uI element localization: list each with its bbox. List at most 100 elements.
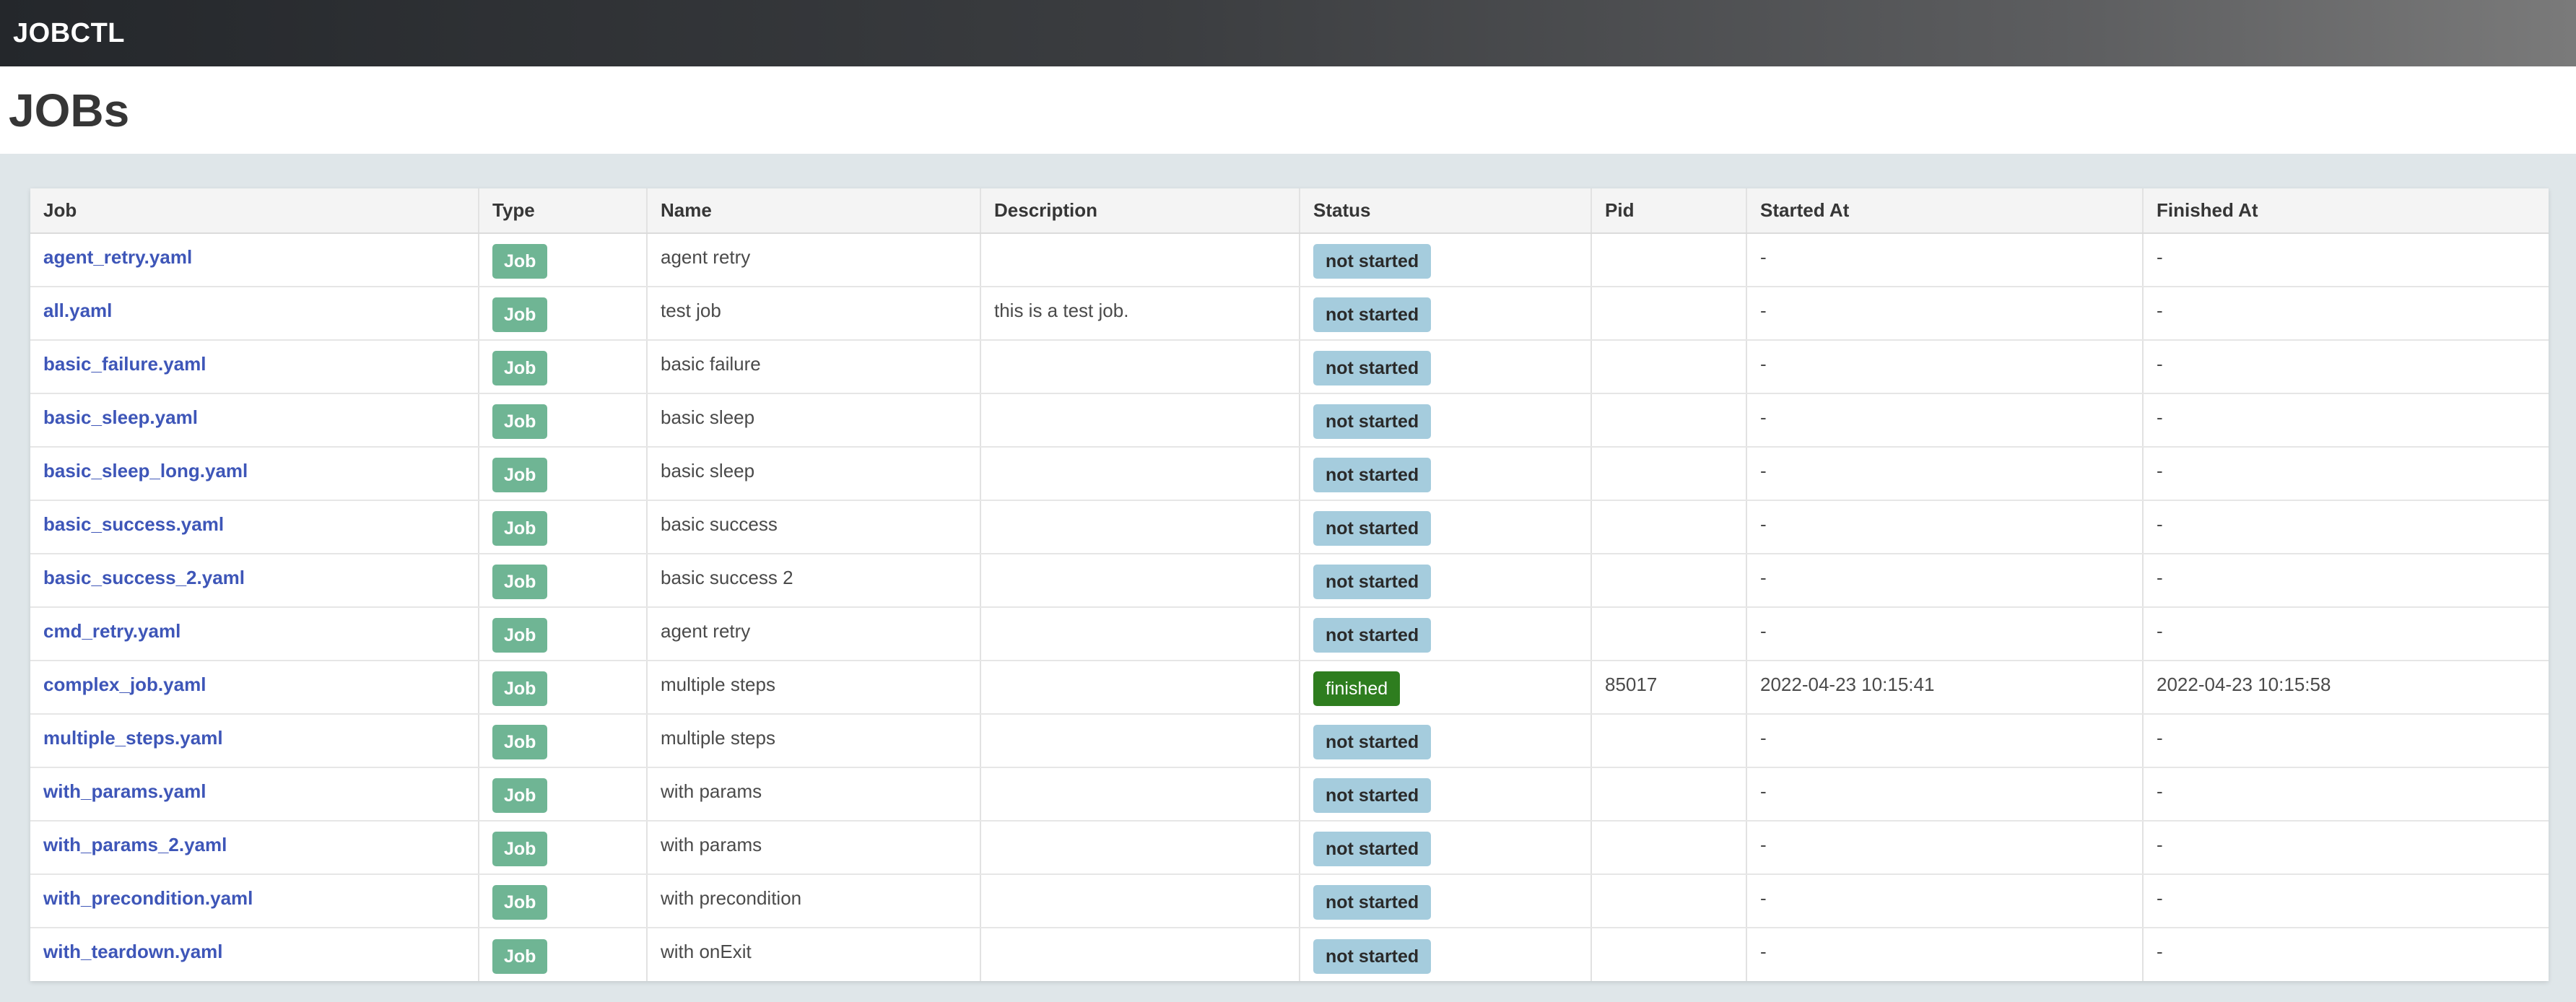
table-row: multiple_steps.yaml Job multiple steps not … [30, 714, 2549, 768]
status-cell: not started [1300, 447, 1592, 501]
type-cell: Job [479, 821, 648, 875]
column-header-description[interactable]: Description [980, 188, 1300, 234]
pid-cell [1591, 287, 1747, 341]
table-row: with_params.yaml Job with params not starte… [30, 767, 2549, 822]
finished-at-cell: - [2143, 607, 2549, 661]
column-header-name[interactable]: Name [647, 188, 981, 234]
started-at-cell: 2022-04-23 10:15:41 [1746, 661, 2144, 715]
job-name: basic success [661, 513, 778, 535]
status-badge: not started [1313, 351, 1432, 385]
description-cell [980, 554, 1300, 608]
type-tag: Job [492, 832, 548, 866]
column-header-finished-at[interactable]: Finished At [2143, 188, 2549, 234]
started-at-value: - [1760, 245, 1767, 268]
finished-at-cell: - [2143, 447, 2549, 501]
started-at-value: - [1760, 726, 1767, 749]
description-cell [980, 821, 1300, 875]
finished-at-value: - [2157, 352, 2163, 375]
column-header-status[interactable]: Status [1300, 188, 1592, 234]
type-tag: Job [492, 404, 548, 439]
table-header-row: Job Type Name Description Status Pid Sta… [30, 188, 2549, 234]
table-row: all.yaml Job test job this is a test job. no… [30, 287, 2549, 341]
started-at-value: 2022-04-23 10:15:41 [1760, 673, 1935, 695]
name-cell: test job [647, 287, 981, 341]
pid-cell [1591, 340, 1747, 394]
finished-at-value: - [2157, 299, 2163, 321]
job-cell: basic_success_2.yaml [30, 554, 479, 608]
job-file-link[interactable]: complex_job.yaml [43, 674, 206, 695]
title-bar: JOBs [0, 66, 2576, 154]
description-cell: this is a test job. [980, 287, 1300, 341]
job-name: with precondition [661, 886, 802, 909]
job-file-link[interactable]: with_params_2.yaml [43, 834, 227, 855]
finished-at-cell: - [2143, 874, 2549, 928]
description-cell [980, 661, 1300, 715]
status-cell: not started [1300, 607, 1592, 661]
finished-at-value: - [2157, 780, 2163, 802]
started-at-value: - [1760, 941, 1767, 962]
jobs-table-body: agent_retry.yaml Job agent retry not starte… [30, 233, 2549, 981]
job-cell: basic_sleep.yaml [30, 393, 479, 448]
job-file-link[interactable]: basic_failure.yaml [43, 353, 206, 375]
job-file-link[interactable]: with_precondition.yaml [43, 887, 253, 909]
column-header-job[interactable]: Job [30, 188, 479, 234]
navbar: JOBCTL [0, 0, 2576, 66]
name-cell: multiple steps [647, 661, 981, 715]
started-at-cell: - [1746, 500, 2144, 554]
description-cell [980, 233, 1300, 287]
name-cell: basic success 2 [647, 554, 981, 608]
main-content: Job Type Name Description Status Pid Sta… [0, 154, 2576, 981]
description-cell [980, 928, 1300, 981]
job-file-link[interactable]: basic_success.yaml [43, 513, 224, 535]
job-file-link[interactable]: with_teardown.yaml [43, 941, 223, 962]
job-cell: complex_job.yaml [30, 661, 479, 715]
started-at-cell: - [1746, 393, 2144, 448]
status-cell: not started [1300, 340, 1592, 394]
job-file-link[interactable]: basic_sleep.yaml [43, 406, 198, 428]
status-cell: not started [1300, 767, 1592, 822]
job-name: multiple steps [661, 726, 775, 749]
type-cell: Job [479, 874, 648, 928]
job-file-link[interactable]: basic_sleep_long.yaml [43, 460, 248, 482]
started-at-value: - [1760, 352, 1767, 375]
job-name: basic sleep [661, 459, 755, 482]
job-file-link[interactable]: all.yaml [43, 300, 112, 321]
description-cell [980, 714, 1300, 768]
job-file-link[interactable]: with_params.yaml [43, 780, 206, 802]
description-cell [980, 874, 1300, 928]
started-at-value: - [1760, 780, 1767, 802]
status-badge: not started [1313, 511, 1432, 546]
job-file-link[interactable]: basic_success_2.yaml [43, 567, 245, 588]
table-row: basic_sleep_long.yaml Job basic sleep not s… [30, 447, 2549, 501]
column-header-started-at[interactable]: Started At [1746, 188, 2144, 234]
column-header-pid[interactable]: Pid [1591, 188, 1747, 234]
pid-value: 85017 [1605, 673, 1658, 695]
job-file-link[interactable]: agent_retry.yaml [43, 246, 192, 268]
brand-logo-link[interactable]: JOBCTL [13, 18, 125, 49]
description-cell [980, 607, 1300, 661]
job-name: basic success 2 [661, 566, 793, 588]
status-cell: not started [1300, 233, 1592, 287]
job-cell: agent_retry.yaml [30, 233, 479, 287]
finished-at-value: 2022-04-23 10:15:58 [2157, 673, 2331, 695]
table-row: basic_success_2.yaml Job basic success 2 no… [30, 554, 2549, 608]
table-row: with_params_2.yaml Job with params not star… [30, 821, 2549, 875]
started-at-value: - [1760, 566, 1767, 588]
column-header-type[interactable]: Type [479, 188, 648, 234]
started-at-cell: - [1746, 767, 2144, 822]
job-file-link[interactable]: cmd_retry.yaml [43, 620, 180, 642]
type-tag: Job [492, 938, 548, 974]
type-cell: Job [479, 287, 648, 341]
job-cell: with_teardown.yaml [30, 928, 479, 981]
status-badge: not started [1313, 458, 1432, 492]
table-row: basic_success.yaml Job basic success not st… [30, 500, 2549, 554]
started-at-value: - [1760, 619, 1767, 642]
type-cell: Job [479, 767, 648, 822]
job-cell: with_params_2.yaml [30, 821, 479, 875]
finished-at-value: - [2157, 833, 2163, 855]
type-tag: Job [492, 351, 548, 385]
started-at-cell: - [1746, 874, 2144, 928]
job-description: this is a test job. [994, 299, 1129, 321]
job-file-link[interactable]: multiple_steps.yaml [43, 727, 223, 749]
name-cell: basic failure [647, 340, 981, 394]
